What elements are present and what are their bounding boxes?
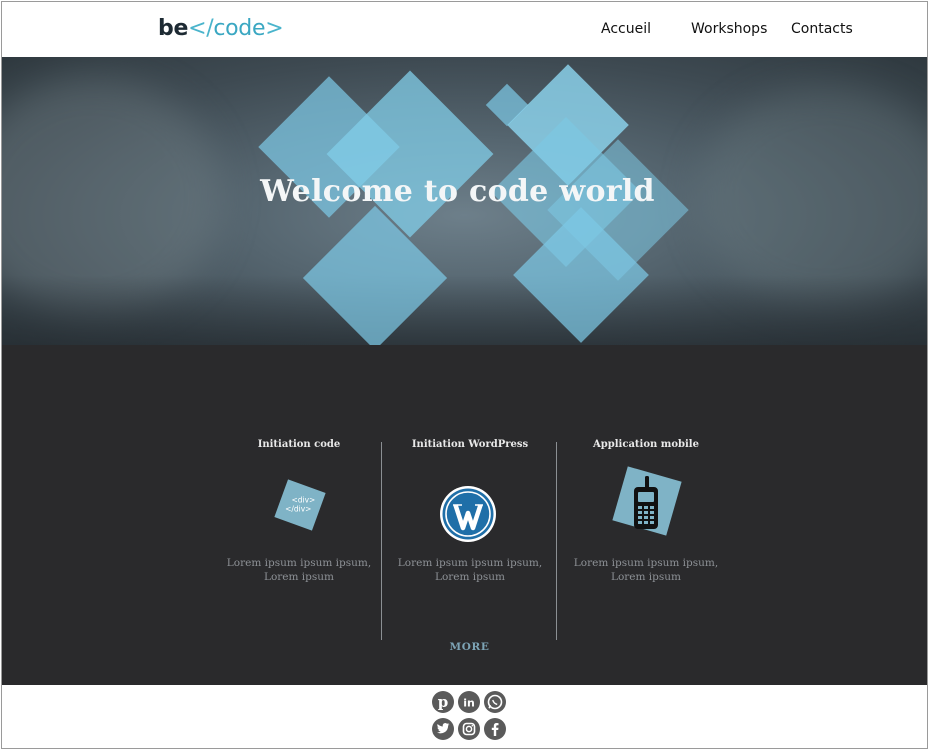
logo-tag-open: </ [188, 16, 214, 41]
column-divider [381, 442, 382, 640]
code-icon-line: <div> [291, 495, 316, 505]
nav-accueil[interactable]: Accueil [601, 21, 651, 37]
wordpress-icon [440, 486, 496, 542]
logo-be: be [158, 16, 189, 41]
svg-text:p: p [438, 693, 449, 711]
code-icon-line: </div> [285, 504, 312, 514]
service-description: Lorem ipsum ipsum ipsum, Lorem ipsum [226, 557, 372, 583]
page-frame: be</code> Accueil Workshops Contacts Wel… [1, 1, 928, 749]
facebook-icon[interactable] [484, 718, 506, 740]
hero-banner: Welcome to code world [2, 57, 927, 345]
logo-code: code [213, 16, 266, 41]
more-link[interactable]: MORE [2, 641, 927, 653]
svg-text:in: in [463, 697, 475, 710]
service-description: Lorem ipsum ipsum ipsum, Lorem ipsum [573, 557, 719, 583]
linkedin-icon[interactable]: in [458, 691, 480, 713]
logo-tag-close: > [265, 16, 284, 41]
services-section: Initiation code <div> </div> Lorem ipsum… [2, 345, 927, 685]
mobile-phone-icon [634, 476, 658, 529]
nav-workshops[interactable]: Workshops [691, 21, 767, 37]
service-title: Initiation WordPress [411, 439, 529, 450]
instagram-icon[interactable] [458, 718, 480, 740]
column-divider [556, 442, 557, 640]
whatsapp-icon[interactable] [484, 691, 506, 713]
service-title: Initiation code [257, 439, 341, 450]
hero-diamond-shape [326, 70, 494, 238]
service-description: Lorem ipsum ipsum ipsum, Lorem ipsum [397, 557, 543, 583]
twitter-icon[interactable] [432, 718, 454, 740]
footer: p in [2, 685, 927, 748]
nav-contacts[interactable]: Contacts [791, 21, 853, 37]
service-title: Application mobile [593, 439, 699, 450]
site-logo[interactable]: be</code> [158, 16, 284, 41]
pinterest-icon[interactable]: p [432, 691, 454, 713]
top-header: be</code> Accueil Workshops Contacts [2, 2, 927, 58]
hero-background-shade [2, 275, 927, 345]
code-square-icon: <div> </div> [274, 479, 326, 531]
hero-title: Welcome to code world [260, 174, 655, 209]
